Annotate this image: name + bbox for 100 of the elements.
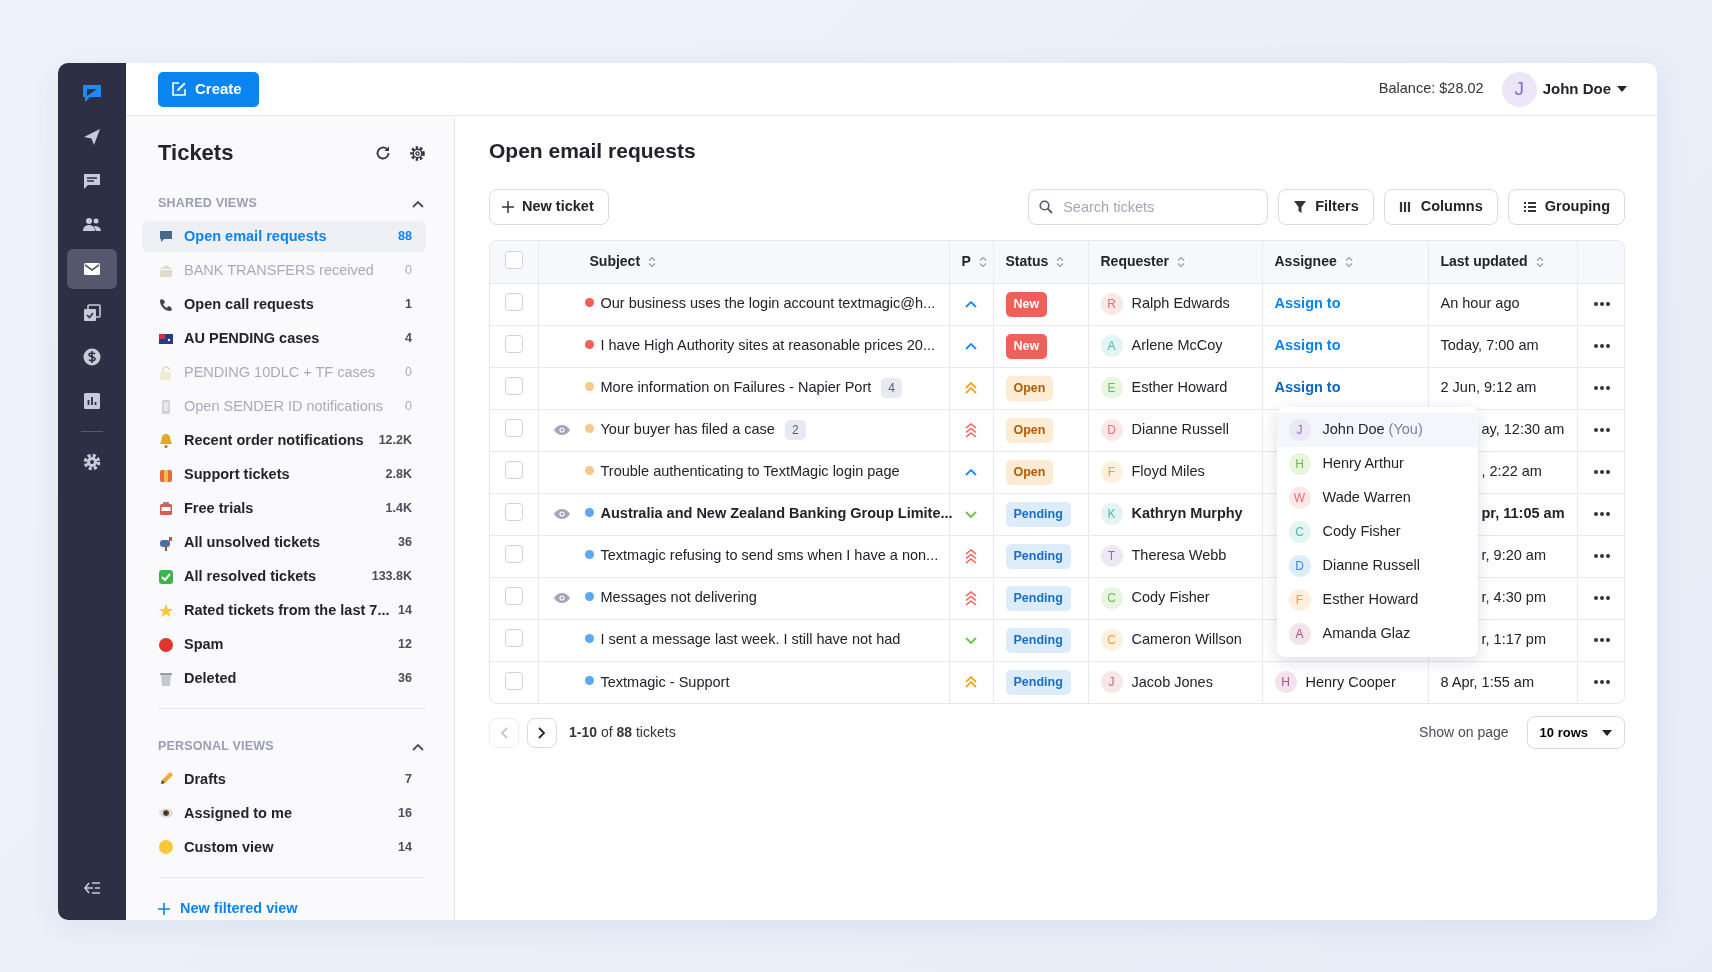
- view-item[interactable]: All unsolved tickets 36: [142, 527, 426, 559]
- count-text: 1: [405, 296, 412, 314]
- menu-item[interactable]: D Dianne Russell: [1276, 548, 1478, 583]
- menu-item[interactable]: A Amanda Glaz: [1276, 616, 1478, 651]
- view-item[interactable]: AU PENDING cases 4: [142, 323, 426, 355]
- subject-text[interactable]: Our business uses the login account textmagic@h...: [600, 293, 936, 316]
- refresh-icon: [375, 145, 391, 162]
- nav-button[interactable]: [67, 249, 117, 289]
- emoji-icon: [158, 839, 174, 856]
- subject-text[interactable]: Textmagic refusing to send sms when I have a non...: [600, 545, 939, 568]
- tasks-icon: [82, 303, 102, 323]
- refresh-button[interactable]: [375, 145, 391, 162]
- toolbar-button[interactable]: Grouping: [1507, 189, 1625, 226]
- menu-item[interactable]: W Wade Warren: [1276, 480, 1478, 515]
- count-text: 4: [405, 330, 412, 348]
- checkbox[interactable]: [504, 335, 523, 354]
- search-field[interactable]: Search tickets: [1028, 189, 1269, 226]
- checkbox[interactable]: [504, 251, 523, 270]
- menu-item[interactable]: H Henry Arthur: [1276, 446, 1478, 481]
- subject-text[interactable]: Messages not delivering: [600, 587, 757, 610]
- menu-item[interactable]: J John Doe (You): [1276, 412, 1478, 447]
- checkbox[interactable]: [504, 671, 523, 690]
- count-text: 133.8K: [371, 568, 412, 586]
- logo-icon: [81, 82, 103, 104]
- view-item[interactable]: Custom view 14: [142, 831, 426, 863]
- chevron-icon: [412, 742, 424, 751]
- more-icon: [1593, 302, 1610, 307]
- avatar: T: [1100, 545, 1123, 568]
- checkbox[interactable]: [504, 419, 523, 438]
- checkbox[interactable]: [504, 377, 523, 396]
- lock-icon: [158, 364, 174, 381]
- subject-text[interactable]: More information on Failures - Napier Port: [600, 377, 872, 400]
- view-item[interactable]: Free trials 1.4K: [142, 493, 426, 525]
- checkbox[interactable]: [504, 545, 523, 564]
- assign-link[interactable]: Assign to: [1274, 295, 1341, 312]
- view-item[interactable]: Deleted 36: [142, 663, 426, 695]
- menu-item[interactable]: C Cody Fisher: [1276, 514, 1478, 549]
- toolbar-button[interactable]: Columns: [1383, 189, 1498, 226]
- checkbox[interactable]: [504, 587, 523, 606]
- speech-icon: [158, 228, 174, 245]
- subject-text[interactable]: Trouble authenticating to TextMagic login page: [600, 461, 900, 484]
- caret-icon[interactable]: [1617, 86, 1627, 92]
- subject-text[interactable]: Textmagic - Support: [600, 671, 730, 694]
- bell-icon: [158, 432, 174, 449]
- assign-link[interactable]: Assign to: [1274, 379, 1341, 396]
- count-text: 36: [398, 534, 412, 552]
- view-item[interactable]: Drafts 7: [142, 763, 426, 795]
- chart-icon: [82, 391, 102, 411]
- view-item[interactable]: All resolved tickets 133.8K: [142, 561, 426, 593]
- checkbox[interactable]: [504, 629, 523, 648]
- checkbox[interactable]: [504, 503, 523, 522]
- new-view-link[interactable]: New filtered view: [142, 877, 426, 920]
- count-text: 0: [405, 364, 412, 382]
- page-summary: 1-10 of 88 tickets: [569, 723, 676, 743]
- toolbar-button[interactable]: Filters: [1278, 189, 1374, 226]
- column-header[interactable]: Assignee: [1274, 251, 1337, 273]
- caret-icon: [1602, 729, 1612, 736]
- collapse-toggle[interactable]: [412, 199, 424, 208]
- time-text: r, 1:17 pm: [1481, 631, 1546, 648]
- search-icon: [1039, 200, 1054, 215]
- user-menu[interactable]: John Doe: [1542, 77, 1611, 101]
- count-text: 0: [405, 398, 412, 416]
- subject-text[interactable]: Australia and New Zealand Banking Group Limite...: [600, 503, 953, 526]
- view-item[interactable]: Open call requests 1: [142, 289, 426, 321]
- view-item[interactable]: Assigned to me 16: [142, 797, 426, 829]
- chevron-icon: [412, 199, 424, 208]
- subject-text[interactable]: I sent a message last week. I still have not had: [600, 629, 901, 652]
- column-header[interactable]: Subject: [589, 251, 641, 273]
- column-header[interactable]: P: [961, 251, 971, 273]
- subject-text[interactable]: Your buyer has filed a case: [600, 419, 775, 442]
- view-item[interactable]: Spam 12: [142, 629, 426, 661]
- page-size-select[interactable]: 10 rows: [1526, 716, 1625, 750]
- settings-icon: [409, 144, 426, 162]
- time-text: , 2:22 am: [1481, 463, 1542, 480]
- checkbox[interactable]: [504, 461, 523, 480]
- view-item[interactable]: Recent order notifications 12.2K: [142, 425, 426, 457]
- time-text: An hour ago: [1440, 295, 1520, 312]
- person-name: Kathryn Murphy: [1131, 504, 1243, 524]
- subject-text[interactable]: I have High Authority sites at reasonable prices 20...: [600, 335, 935, 358]
- count-text: 0: [405, 262, 412, 280]
- checkbox[interactable]: [504, 293, 523, 312]
- time-text: pr, 11:05 am: [1481, 505, 1565, 522]
- collapse-toggle[interactable]: [412, 742, 424, 751]
- dollar-icon: [82, 347, 102, 367]
- person-name: Arlene McCoy: [1131, 336, 1223, 356]
- settings-icon: [82, 452, 102, 472]
- next-page-button[interactable]: [527, 717, 557, 748]
- time-text: 2 Jun, 9:12 am: [1440, 379, 1537, 396]
- assign-link[interactable]: Assign to: [1274, 337, 1341, 354]
- menu-item[interactable]: F Esther Howard: [1276, 582, 1478, 617]
- avatar: D: [1100, 419, 1123, 442]
- view-item[interactable]: Rated tickets from the last 7... 14: [142, 595, 426, 627]
- more-icon: [1593, 344, 1610, 349]
- avatar: C: [1100, 629, 1123, 652]
- status-badge: New: [1005, 333, 1048, 359]
- new-ticket-button[interactable]: New ticket: [489, 189, 609, 226]
- create-button[interactable]: Create: [158, 71, 259, 107]
- settings-button[interactable]: [409, 144, 426, 162]
- sidebar-title: Tickets: [158, 140, 234, 167]
- view-item[interactable]: Support tickets 2.8K: [142, 459, 426, 491]
